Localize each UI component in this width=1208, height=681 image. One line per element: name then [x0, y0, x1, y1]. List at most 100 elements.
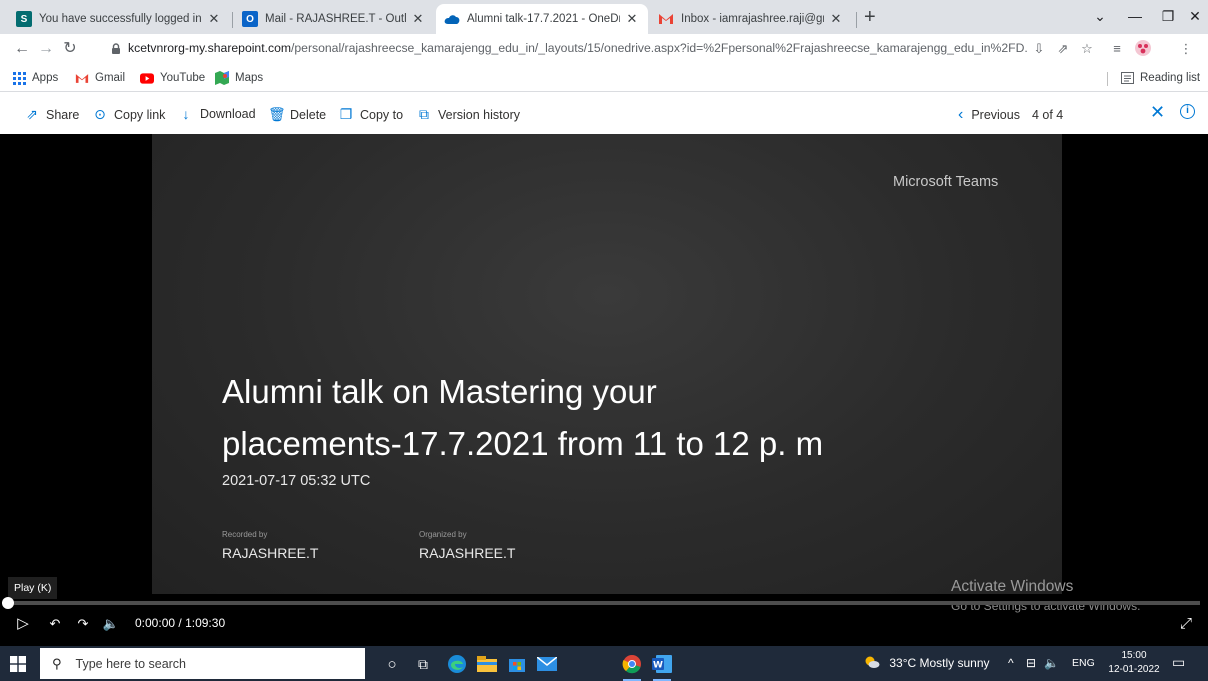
network-icon[interactable]: ⊟ — [1026, 656, 1036, 670]
reading-list-button[interactable]: Reading list — [1120, 71, 1200, 85]
video-date: 2021-07-17 05:32 UTC — [222, 473, 371, 489]
edge-browser-icon[interactable] — [442, 651, 472, 677]
maps-icon — [215, 71, 229, 85]
seek-bar[interactable] — [2, 597, 1200, 609]
video-player[interactable]: Microsoft Teams Alumni talk on Mastering… — [0, 134, 1208, 646]
back-arrow-icon[interactable]: ← — [10, 38, 34, 60]
tab-onedrive[interactable]: Alumni talk-17.7.2021 - OneDrive ✕ — [436, 4, 648, 34]
tab-title: Mail - RAJASHREE.T - Outlook — [265, 13, 406, 25]
reload-icon[interactable]: ↻ — [58, 38, 82, 60]
url-field[interactable]: kcetvnrorg-my.sharepoint.com/personal/ra… — [128, 41, 1028, 55]
search-icon: ⚲ — [52, 655, 62, 671]
copy-link-label: Copy link — [114, 107, 166, 122]
language-indicator[interactable]: ENG — [1072, 657, 1095, 669]
bookmark-label: YouTube — [160, 72, 206, 84]
organized-by-label: Organized by — [419, 530, 467, 539]
windows-taskbar: ⚲ Type here to search ○ ⧉ W 33°C Mostly … — [0, 646, 1208, 681]
weather-text: 33°C Mostly sunny — [889, 656, 990, 670]
play-icon[interactable]: ▷ — [14, 614, 32, 634]
tab-outlook[interactable]: O Mail - RAJASHREE.T - Outlook ✕ — [234, 4, 434, 34]
notifications-icon[interactable]: ▭ — [1172, 654, 1185, 671]
previous-button[interactable]: ‹ Previous 4 of 4 — [958, 106, 1063, 124]
bookmark-maps[interactable]: Maps — [215, 71, 263, 85]
tab-search-chevron-icon[interactable]: ⌄ — [1080, 4, 1120, 28]
bookmarks-divider — [1107, 72, 1108, 86]
taskbar-clock[interactable]: 15:00 12-01-2022 — [1108, 649, 1160, 677]
volume-icon[interactable]: 🔈 — [100, 614, 122, 634]
bookmark-label: Apps — [32, 72, 59, 84]
file-explorer-icon[interactable] — [472, 651, 502, 677]
youtube-icon — [140, 71, 154, 85]
profile-avatar-icon[interactable] — [1132, 39, 1154, 59]
tab-divider — [856, 12, 857, 28]
bookmark-apps[interactable]: Apps — [12, 71, 58, 85]
seek-handle[interactable] — [2, 597, 14, 609]
organized-by-value: RAJASHREE.T — [419, 545, 516, 561]
time-separator: / — [178, 616, 182, 630]
share-page-icon[interactable]: ⇗ — [1052, 39, 1074, 59]
info-icon[interactable]: i — [1180, 104, 1195, 119]
chevron-left-icon: ‹ — [958, 106, 964, 123]
tab-title: You have successfully logged in. — [39, 13, 202, 25]
close-viewer-icon[interactable]: ✕ — [1150, 102, 1165, 123]
share-icon: ⇗ — [26, 106, 38, 122]
chrome-browser-icon[interactable] — [617, 651, 647, 681]
browser-tabstrip: S You have successfully logged in. ✕ O M… — [0, 0, 1208, 34]
bookmark-star-icon[interactable]: ☆ — [1076, 39, 1098, 59]
tray-chevron-icon[interactable]: ^ — [1008, 656, 1014, 670]
tab-sharepoint-login[interactable]: S You have successfully logged in. ✕ — [8, 4, 230, 34]
forward-arrow-icon[interactable]: → — [34, 38, 58, 60]
tab-close-icon[interactable]: ✕ — [206, 11, 222, 27]
lock-icon[interactable] — [111, 43, 121, 54]
fullscreen-icon[interactable]: ⤢ — [1176, 614, 1196, 634]
tab-gmail[interactable]: Inbox - iamrajashree.raji@gmail.c ✕ — [650, 4, 852, 34]
new-tab-plus-icon[interactable]: + — [864, 7, 876, 27]
bookmarks-bar: Apps Gmail YouTube Maps Reading list — [0, 64, 1208, 92]
windows-start-icon[interactable] — [10, 656, 26, 672]
version-history-button[interactable]: ⧉ Version history — [416, 106, 520, 123]
bookmark-youtube[interactable]: YouTube — [140, 71, 205, 85]
cortana-icon[interactable]: ○ — [377, 651, 407, 677]
tab-close-icon[interactable]: ✕ — [410, 11, 426, 27]
menu-kebab-icon[interactable]: ⋮ — [1175, 39, 1197, 59]
speaker-icon[interactable]: 🔈 — [1044, 656, 1059, 670]
download-button[interactable]: ↓ Download — [178, 106, 256, 122]
word-app-icon[interactable]: W — [647, 651, 677, 681]
item-position: 4 of 4 — [1031, 108, 1064, 122]
forward-10-icon[interactable]: ↷ — [72, 614, 94, 634]
reading-list-icon — [1120, 71, 1134, 85]
rewind-10-icon[interactable]: ↶ — [44, 614, 66, 634]
copy-to-button[interactable]: ❐ Copy to — [338, 106, 403, 123]
sharepoint-icon: S — [16, 11, 32, 27]
copy-to-label: Copy to — [360, 107, 404, 122]
share-button[interactable]: ⇗ Share — [24, 106, 79, 123]
weather-widget[interactable]: 33°C Mostly sunny — [864, 656, 990, 670]
tab-close-icon[interactable]: ✕ — [624, 11, 640, 27]
apps-grid-icon — [12, 71, 26, 85]
delete-button[interactable]: 🗑 Delete — [268, 106, 326, 123]
recorded-by-value: RAJASHREE.T — [222, 545, 319, 561]
reading-list-toggle-icon[interactable]: ≡ — [1106, 39, 1128, 59]
version-history-icon: ⧉ — [419, 106, 429, 122]
mail-app-icon[interactable] — [532, 651, 562, 677]
copy-link-button[interactable]: ⊙ Copy link — [92, 106, 165, 123]
bookmark-label: Gmail — [95, 72, 126, 84]
bookmark-gmail[interactable]: Gmail — [75, 71, 125, 85]
svg-text:W: W — [653, 661, 663, 671]
onedrive-icon — [444, 11, 460, 27]
play-tooltip: Play (K) — [8, 577, 58, 599]
taskbar-search-box[interactable]: ⚲ Type here to search — [40, 648, 365, 679]
video-brand: Microsoft Teams — [893, 174, 999, 190]
search-placeholder: Type here to search — [75, 656, 187, 671]
share-label: Share — [46, 107, 80, 122]
copy-icon: ❐ — [339, 106, 353, 122]
tab-divider — [232, 12, 233, 28]
microsoft-store-icon[interactable] — [502, 651, 532, 677]
window-close-icon[interactable]: ✕ — [1175, 4, 1208, 28]
task-view-icon[interactable]: ⧉ — [408, 651, 438, 677]
tab-close-icon[interactable]: ✕ — [828, 11, 844, 27]
download-icon: ↓ — [182, 106, 190, 122]
download-label: Download — [200, 107, 256, 121]
install-app-icon[interactable]: ⇩ — [1028, 39, 1050, 59]
video-duration: 1:09:30 — [185, 616, 226, 630]
